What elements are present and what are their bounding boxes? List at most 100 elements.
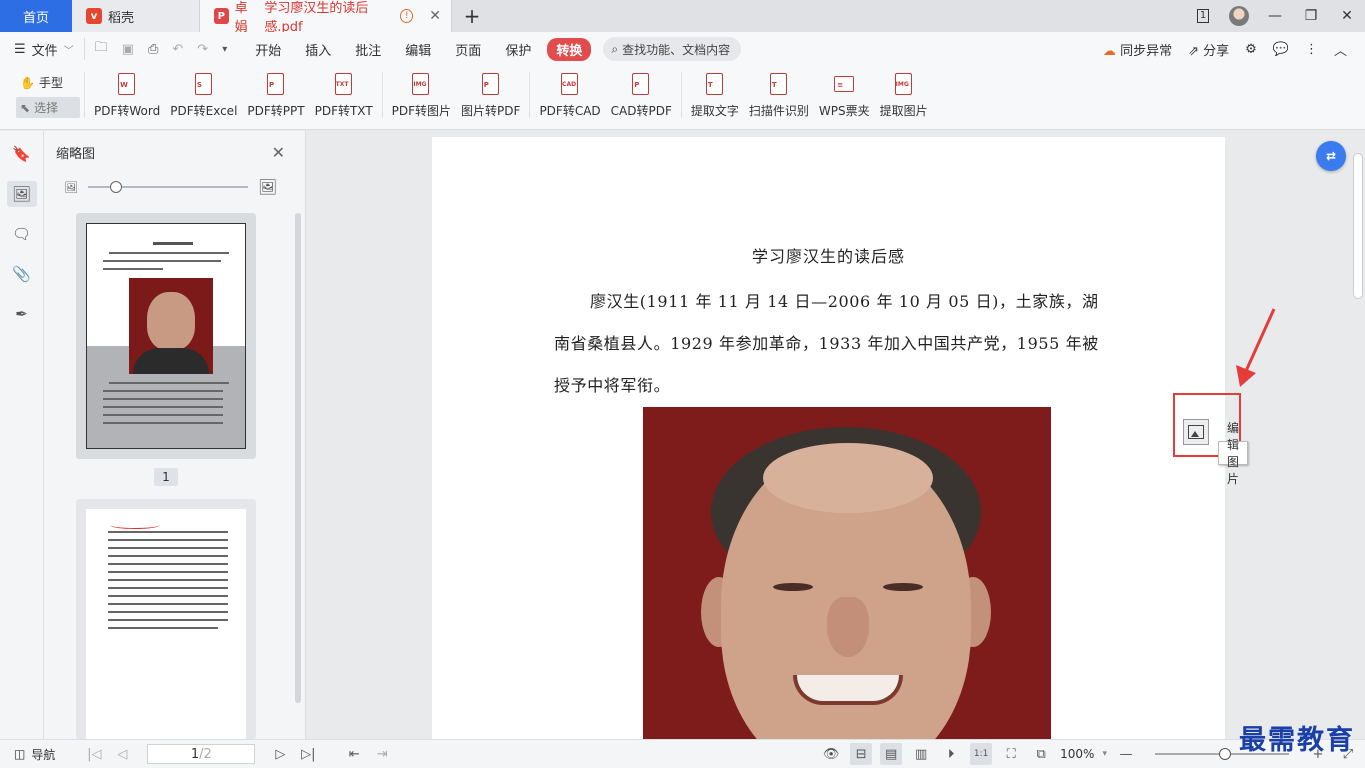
comment-panel-icon[interactable]: 🗨 <box>7 221 37 247</box>
minimize-button[interactable]: — <box>1257 0 1293 32</box>
more-dropdown-icon[interactable]: ▾ <box>222 44 227 55</box>
sync-status[interactable]: ☁ 同步异常 <box>1103 40 1172 59</box>
fit-page-icon[interactable]: ⛶ <box>1000 743 1022 765</box>
collapse-ribbon-icon[interactable]: ︿ <box>1334 40 1347 59</box>
page-number-input[interactable]: 1/2 <box>147 744 256 764</box>
zoom-dropdown-icon[interactable]: ▾ <box>1102 749 1107 759</box>
first-page-icon[interactable]: |◁ <box>83 743 105 765</box>
tab-home[interactable]: 首页 <box>0 0 72 32</box>
extract-text-icon: T <box>702 72 728 98</box>
pdf-to-word-button[interactable]: W PDF转Word <box>89 72 165 119</box>
open-folder-icon[interactable]: 🗀 <box>95 38 108 60</box>
document-paragraph: 廖汉生(1911 年 11 月 14 日—2006 年 10 月 05 日)，土… <box>554 292 1099 395</box>
print-icon[interactable]: ⎙ <box>148 42 158 57</box>
pdf-to-ppt-icon: P <box>263 72 289 98</box>
search-input[interactable]: ⌕ 查找功能、文档内容 <box>603 37 742 61</box>
undo-icon[interactable]: ↶ <box>172 42 183 57</box>
back-icon[interactable]: ⇤ <box>343 743 365 765</box>
comment-icon[interactable]: 💬 <box>1273 42 1289 57</box>
search-icon: ⌕ <box>611 41 619 56</box>
extract-text-button[interactable]: T 提取文字 <box>686 72 744 119</box>
thumbnail-scrollbar[interactable] <box>295 213 301 703</box>
thumbnail-page-2-image <box>86 509 246 739</box>
pdf-file-icon: P <box>214 8 229 24</box>
watermark-logo: 最需教育 <box>1239 725 1355 756</box>
forward-icon[interactable]: ⇥ <box>371 743 393 765</box>
share-button[interactable]: ⇗ 分享 <box>1188 40 1229 59</box>
file-menu[interactable]: ☰ 文件 ﹀ <box>14 40 74 59</box>
menu-convert[interactable]: 转换 <box>547 37 592 61</box>
document-scrollbar[interactable] <box>1353 153 1363 299</box>
menu-annotate[interactable]: 批注 <box>343 40 393 59</box>
zoom-slider-knob[interactable] <box>1219 748 1231 760</box>
scan-recognition-button[interactable]: T 扫描件识别 <box>744 72 814 119</box>
thumbnail-page-2[interactable] <box>76 499 256 739</box>
redo-icon[interactable]: ↷ <box>197 42 208 57</box>
prev-page-icon[interactable]: ◁ <box>111 743 133 765</box>
menu-tabs: 开始 插入 批注 编辑 页面 保护 转换 <box>243 37 595 61</box>
pdf-to-txt-button[interactable]: TXT PDF转TXT <box>310 72 378 119</box>
pdf-to-txt-icon: TXT <box>331 72 357 98</box>
pdf-to-cad-button[interactable]: CAD PDF转CAD <box>534 72 605 119</box>
new-tab-button[interactable]: + <box>452 0 492 32</box>
save-icon[interactable]: ▣ <box>122 42 134 57</box>
play-icon[interactable]: ⏵ <box>940 743 962 765</box>
ribbon-divider <box>84 72 85 118</box>
pdf-to-ppt-button[interactable]: P PDF转PPT <box>242 72 309 119</box>
menu-insert[interactable]: 插入 <box>293 40 343 59</box>
tab-daoke[interactable]: v 稻壳 <box>72 0 200 32</box>
close-window-button[interactable]: ✕ <box>1329 0 1365 32</box>
restore-button[interactable]: ❐ <box>1293 0 1329 32</box>
red-arrow-annotation <box>1236 308 1276 387</box>
bookmark-icon[interactable]: 🔖 <box>7 141 37 167</box>
zoom-slider-handle[interactable] <box>109 181 122 193</box>
extract-image-button[interactable]: IMG 提取图片 <box>875 72 933 119</box>
thumbnail-page-1[interactable] <box>76 213 256 459</box>
window-count-icon[interactable]: 1 <box>1185 0 1221 32</box>
small-image-icon[interactable]: 🖼 <box>64 181 78 194</box>
portrait-photo[interactable] <box>643 407 1051 739</box>
hamburger-icon: ☰ <box>14 41 26 57</box>
floating-assist-icon[interactable]: ⇄ <box>1316 141 1346 171</box>
cad-to-pdf-button[interactable]: P CAD转PDF <box>606 72 677 119</box>
menu-edit[interactable]: 编辑 <box>393 40 443 59</box>
large-image-icon[interactable]: 🖼 <box>258 178 277 196</box>
ribbon-divider <box>680 72 682 118</box>
image-icon <box>1188 425 1204 439</box>
edit-image-button[interactable] <box>1183 419 1209 445</box>
tab-bar: 首页 v 稻壳 P 卓娟 学习廖汉生的读后感.pdf ! ✕ + 1 — ❐ ✕ <box>0 0 1365 35</box>
user-avatar[interactable] <box>1221 0 1257 32</box>
thumbnail-zoom-slider[interactable] <box>87 181 248 193</box>
nav-toggle[interactable]: ◫ 导航 <box>0 746 55 763</box>
menu-start[interactable]: 开始 <box>243 40 293 59</box>
continuous-page-icon[interactable]: ⊟ <box>850 743 873 765</box>
two-page-icon[interactable]: ▥ <box>910 743 932 765</box>
pdf-to-excel-button[interactable]: S PDF转Excel <box>165 72 242 119</box>
single-page-icon[interactable]: ▤ <box>880 743 903 765</box>
fit-width-icon[interactable]: ⧉ <box>1030 743 1052 765</box>
hand-tool[interactable]: ✋ 手型 <box>16 72 80 93</box>
close-panel-icon[interactable]: ✕ <box>272 143 285 162</box>
next-page-icon[interactable]: ▷ <box>269 743 291 765</box>
menu-page[interactable]: 页面 <box>443 40 493 59</box>
attachment-icon[interactable]: 📎 <box>7 261 37 287</box>
actual-size-icon[interactable]: 1:1 <box>970 743 993 765</box>
eye-protection-icon[interactable]: 👁 <box>820 743 842 765</box>
ticket-folder-icon: ≡ <box>831 72 857 98</box>
wps-ticket-folder-button[interactable]: ≡ WPS票夹 <box>814 72 875 119</box>
signature-icon[interactable]: ✒ <box>7 301 37 327</box>
settings-icon[interactable]: ⚙ <box>1245 42 1257 57</box>
thumbnail-icon[interactable]: 🖼 <box>6 181 37 207</box>
close-tab-icon[interactable]: ✕ <box>429 8 441 24</box>
select-tool[interactable]: ⬉ 选择 <box>16 97 80 118</box>
pdf-to-image-button[interactable]: IMG PDF转图片 <box>387 72 456 119</box>
warning-icon[interactable]: ! <box>400 9 414 23</box>
last-page-icon[interactable]: ▷| <box>297 743 319 765</box>
menu-protect[interactable]: 保护 <box>493 40 543 59</box>
avatar-icon <box>1229 6 1249 26</box>
image-to-pdf-button[interactable]: P 图片转PDF <box>456 72 525 119</box>
more-icon[interactable]: ⋮ <box>1305 42 1318 57</box>
tab-document[interactable]: P 卓娟 学习廖汉生的读后感.pdf ! ✕ <box>200 0 452 35</box>
zoom-out-icon[interactable]: — <box>1115 743 1137 765</box>
zoom-level[interactable]: 100% <box>1060 747 1094 761</box>
